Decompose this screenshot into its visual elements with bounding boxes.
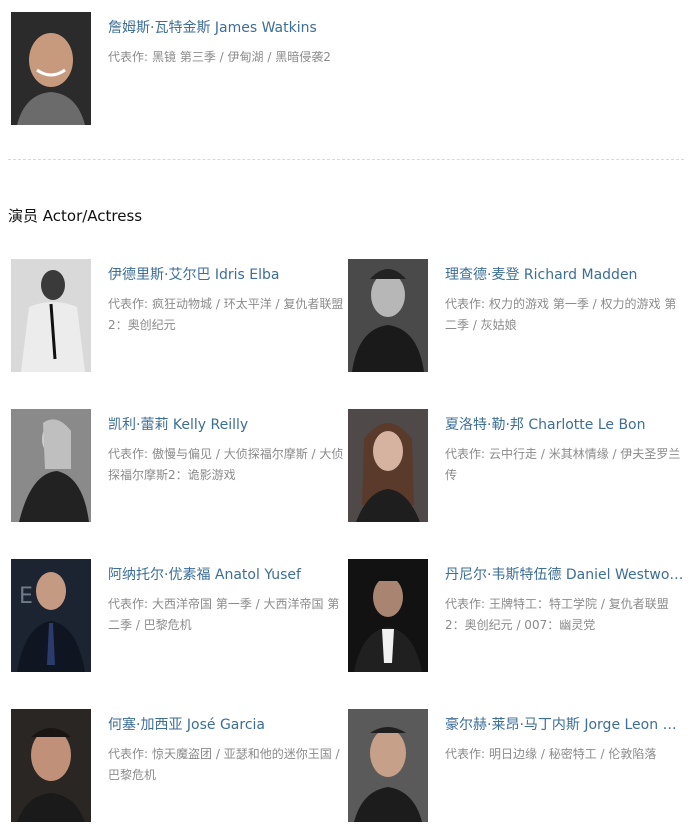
actor-name[interactable]: 凯利·蕾莉 Kelly Reilly bbox=[108, 415, 348, 435]
director-name[interactable]: 詹姆斯·瓦特金斯 James Watkins bbox=[108, 18, 348, 38]
actor-works: 代表作: 明日边缘 / 秘密特工 / 伦敦陷落 bbox=[445, 744, 685, 765]
actor-name[interactable]: 何塞·加西亚 José Garcia bbox=[108, 715, 348, 735]
actor-photo[interactable] bbox=[348, 259, 428, 372]
actor-works: 代表作: 疯狂动物城 / 环太平洋 / 复仇者联盟2：奥创纪元 bbox=[108, 294, 348, 336]
works-text: 明日边缘 / 秘密特工 / 伦敦陷落 bbox=[489, 747, 657, 761]
actor-name[interactable]: 豪尔赫·莱昂·马丁内斯 Jorge Leon Martinez bbox=[445, 715, 685, 735]
actor-card: 凯利·蕾莉 Kelly Reilly 代表作: 傲慢与偏见 / 大侦探福尔摩斯 /… bbox=[11, 409, 351, 529]
actor-name[interactable]: 伊德里斯·艾尔巴 Idris Elba bbox=[108, 265, 348, 285]
actor-works: 代表作: 惊天魔盗团 / 亚瑟和他的迷你王国 / 巴黎危机 bbox=[108, 744, 348, 786]
cast-section-title: 演员 Actor/Actress bbox=[8, 207, 143, 225]
actor-photo[interactable]: E bbox=[11, 559, 91, 672]
actor-works: 代表作: 权力的游戏 第一季 / 权力的游戏 第二季 / 灰姑娘 bbox=[445, 294, 685, 336]
actor-photo[interactable] bbox=[11, 409, 91, 522]
works-label: 代表作: bbox=[108, 447, 149, 461]
actor-card: 伊德里斯·艾尔巴 Idris Elba 代表作: 疯狂动物城 / 环太平洋 / 复… bbox=[11, 259, 351, 379]
works-label: 代表作: bbox=[445, 747, 486, 761]
actor-photo[interactable] bbox=[348, 559, 428, 672]
actor-card: 理查德·麦登 Richard Madden 代表作: 权力的游戏 第一季 / 权力… bbox=[348, 259, 688, 379]
works-label: 代表作: bbox=[108, 747, 149, 761]
actor-works: 代表作: 大西洋帝国 第一季 / 大西洋帝国 第二季 / 巴黎危机 bbox=[108, 594, 348, 636]
actor-card: 何塞·加西亚 José Garcia 代表作: 惊天魔盗团 / 亚瑟和他的迷你王国… bbox=[11, 709, 351, 829]
works-text: 黑镜 第三季 / 伊甸湖 / 黑暗侵袭2 bbox=[152, 50, 331, 64]
works-label: 代表作: bbox=[108, 50, 149, 64]
actor-name[interactable]: 丹尼尔·韦斯特伍德 Daniel Westwood bbox=[445, 565, 685, 585]
works-label: 代表作: bbox=[445, 597, 486, 611]
director-photo[interactable] bbox=[11, 12, 91, 125]
works-label: 代表作: bbox=[108, 597, 149, 611]
actor-photo[interactable] bbox=[348, 709, 428, 822]
actor-card: E 阿纳托尔·优素福 Anatol Yusef 代表作: 大西洋帝国 第一季 / … bbox=[11, 559, 351, 679]
actor-name[interactable]: 理查德·麦登 Richard Madden bbox=[445, 265, 685, 285]
works-label: 代表作: bbox=[108, 297, 149, 311]
section-divider bbox=[8, 159, 684, 160]
svg-text:E: E bbox=[19, 584, 33, 609]
actor-name[interactable]: 夏洛特·勒·邦 Charlotte Le Bon bbox=[445, 415, 685, 435]
actor-card: 夏洛特·勒·邦 Charlotte Le Bon 代表作: 云中行走 / 米其林情… bbox=[348, 409, 688, 529]
actor-photo[interactable] bbox=[11, 709, 91, 822]
actor-works: 代表作: 王牌特工：特工学院 / 复仇者联盟2：奥创纪元 / 007：幽灵党 bbox=[445, 594, 685, 636]
actor-card: 豪尔赫·莱昂·马丁内斯 Jorge Leon Martinez 代表作:明日边缘… bbox=[348, 709, 688, 829]
actor-works: 代表作: 傲慢与偏见 / 大侦探福尔摩斯 / 大侦探福尔摩斯2：诡影游戏 bbox=[108, 444, 348, 486]
actor-works: 代表作: 云中行走 / 米其林情缘 / 伊夫圣罗兰传 bbox=[445, 444, 685, 486]
actor-photo[interactable] bbox=[348, 409, 428, 522]
director-card: 詹姆斯·瓦特金斯 James Watkins 代表作: 黑镜 第三季 / 伊甸湖 … bbox=[11, 12, 351, 132]
actor-name[interactable]: 阿纳托尔·优素福 Anatol Yusef bbox=[108, 565, 348, 585]
director-works: 代表作: 黑镜 第三季 / 伊甸湖 / 黑暗侵袭2 bbox=[108, 47, 348, 68]
works-label: 代表作: bbox=[445, 297, 486, 311]
works-label: 代表作: bbox=[445, 447, 486, 461]
actor-photo[interactable] bbox=[11, 259, 91, 372]
actor-card: 丹尼尔·韦斯特伍德 Daniel Westwood 代表作: 王牌特工：特工学院 … bbox=[348, 559, 688, 679]
